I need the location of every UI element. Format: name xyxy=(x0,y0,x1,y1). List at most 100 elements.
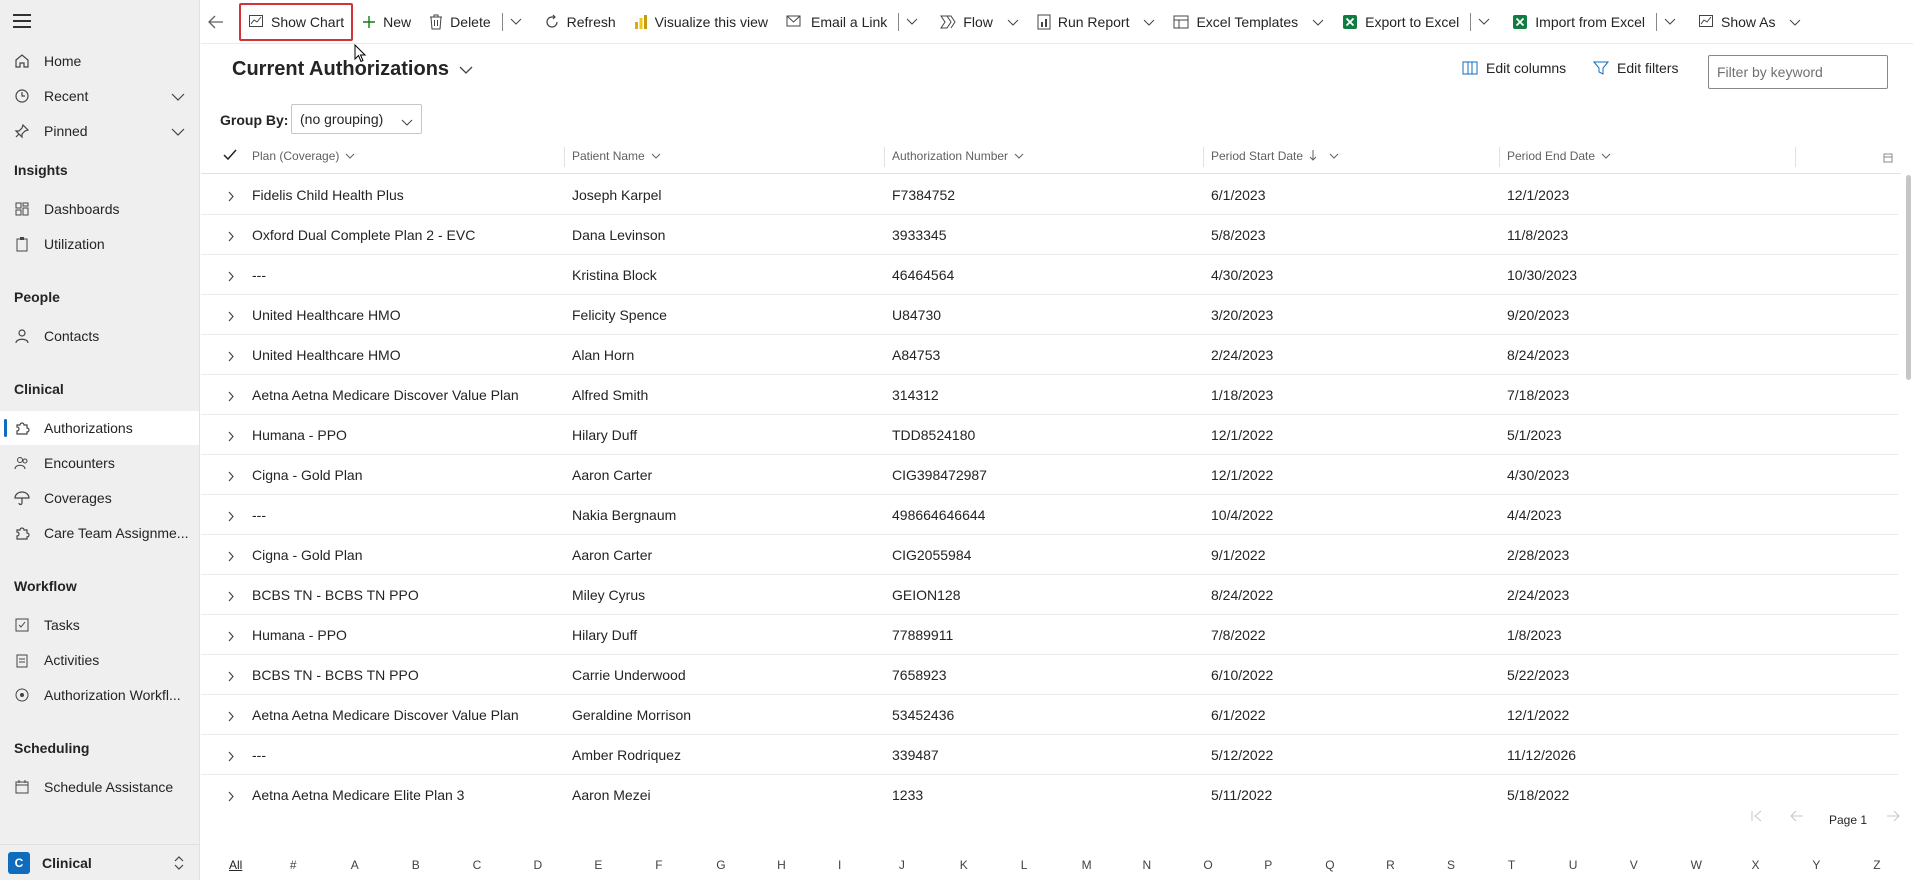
chevron-right-icon[interactable] xyxy=(227,189,235,205)
alpha-filter-i[interactable]: I xyxy=(838,858,841,872)
filter-keyword-input[interactable] xyxy=(1708,55,1888,89)
plan-cell[interactable]: Fidelis Child Health Plus xyxy=(252,187,404,203)
sidebar-item-pinned[interactable]: Pinned xyxy=(0,114,199,148)
chevron-right-icon[interactable] xyxy=(227,669,235,685)
column-header-authorization-number[interactable]: Authorization Number xyxy=(884,138,1194,174)
sidebar-item-utilization[interactable]: Utilization xyxy=(0,227,199,261)
table-row[interactable]: --- Kristina Block 46464564 4/30/2023 10/30/… xyxy=(201,255,1898,295)
import-excel-dropdown[interactable] xyxy=(1659,18,1681,26)
previous-page-icon[interactable] xyxy=(1790,810,1804,822)
area-switcher[interactable]: C Clinical xyxy=(0,844,199,880)
sidebar-item-dashboards[interactable]: Dashboards xyxy=(0,192,199,226)
column-header-period-start[interactable]: Period Start Date xyxy=(1203,138,1493,174)
excel-templates-button[interactable]: Excel Templates xyxy=(1164,6,1333,38)
import-excel-button[interactable]: Import from Excel xyxy=(1503,6,1654,38)
alpha-filter-k[interactable]: K xyxy=(960,858,968,872)
hamburger-menu-icon[interactable] xyxy=(13,14,31,28)
table-row[interactable]: United Healthcare HMO Alan Horn A84753 2/24… xyxy=(201,335,1898,375)
show-as-button[interactable]: Show As xyxy=(1689,6,1810,38)
alpha-filter-t[interactable]: T xyxy=(1508,858,1515,872)
back-arrow-icon[interactable] xyxy=(201,15,231,29)
alpha-filter-all[interactable]: All xyxy=(229,858,242,872)
sidebar-item-care-team[interactable]: Care Team Assignme... xyxy=(0,516,199,550)
flow-button[interactable]: Flow xyxy=(931,6,1028,38)
table-row[interactable]: Oxford Dual Complete Plan 2 - EVC Dana Le… xyxy=(201,215,1898,255)
table-row[interactable]: Fidelis Child Health Plus Joseph Karpel F7… xyxy=(201,175,1898,215)
email-link-dropdown[interactable] xyxy=(901,18,923,26)
table-row[interactable]: Aetna Aetna Medicare Elite Plan 3 Aaron M… xyxy=(201,775,1898,802)
column-options-icon[interactable] xyxy=(1883,150,1893,168)
alpha-filter-a[interactable]: A xyxy=(351,858,359,872)
table-row[interactable]: Aetna Aetna Medicare Discover Value Plan… xyxy=(201,695,1898,735)
alpha-filter-g[interactable]: G xyxy=(716,858,725,872)
alpha-filter-o[interactable]: O xyxy=(1203,858,1212,872)
chevron-down-icon[interactable] xyxy=(171,124,185,140)
table-row[interactable]: Humana - PPO Hilary Duff TDD8524180 12/1/20… xyxy=(201,415,1898,455)
column-divider[interactable] xyxy=(1795,147,1796,167)
plan-cell[interactable]: Cigna - Gold Plan xyxy=(252,467,363,483)
chevron-right-icon[interactable] xyxy=(227,349,235,365)
view-selector[interactable]: Current Authorizations xyxy=(232,58,473,81)
sidebar-item-authorizations[interactable]: Authorizations xyxy=(0,411,199,445)
group-by-select[interactable]: (no grouping) xyxy=(291,104,422,134)
alpha-filter-q[interactable]: Q xyxy=(1325,858,1334,872)
chevron-right-icon[interactable] xyxy=(227,229,235,245)
chevron-right-icon[interactable] xyxy=(227,469,235,485)
column-header-period-end[interactable]: Period End Date xyxy=(1499,138,1789,174)
run-report-button[interactable]: Run Report xyxy=(1028,6,1165,38)
alpha-filter-f[interactable]: F xyxy=(655,858,662,872)
first-page-icon[interactable] xyxy=(1751,810,1765,822)
column-header-plan[interactable]: Plan (Coverage) xyxy=(244,138,554,174)
alpha-filter-p[interactable]: P xyxy=(1264,858,1272,872)
table-row[interactable]: United Healthcare HMO Felicity Spence U847… xyxy=(201,295,1898,335)
delete-button[interactable]: Delete xyxy=(420,6,499,38)
sidebar-item-schedule-assistance[interactable]: Schedule Assistance xyxy=(0,770,199,804)
vertical-scrollbar[interactable] xyxy=(1906,175,1911,380)
visualize-button[interactable]: Visualize this view xyxy=(625,6,777,38)
chevron-right-icon[interactable] xyxy=(227,269,235,285)
table-row[interactable]: --- Nakia Bergnaum 498664646644 10/4/2022 4/… xyxy=(201,495,1898,535)
alpha-filter-b[interactable]: B xyxy=(412,858,420,872)
sidebar-item-tasks[interactable]: Tasks xyxy=(0,608,199,642)
plan-cell[interactable]: BCBS TN - BCBS TN PPO xyxy=(252,667,419,683)
new-button[interactable]: New xyxy=(353,6,420,38)
plan-cell[interactable]: BCBS TN - BCBS TN PPO xyxy=(252,587,419,603)
edit-columns-button[interactable]: Edit columns xyxy=(1462,60,1566,76)
alpha-filter-n[interactable]: N xyxy=(1143,858,1152,872)
next-page-icon[interactable] xyxy=(1886,810,1900,822)
table-row[interactable]: BCBS TN - BCBS TN PPO Carrie Underwood 765… xyxy=(201,655,1898,695)
alpha-filter-y[interactable]: Y xyxy=(1812,858,1820,872)
chevron-right-icon[interactable] xyxy=(227,709,235,725)
plan-cell[interactable]: Humana - PPO xyxy=(252,627,347,643)
plan-cell[interactable]: Aetna Aetna Medicare Discover Value Plan xyxy=(252,387,519,403)
plan-cell[interactable]: --- xyxy=(252,267,266,283)
plan-cell[interactable]: Aetna Aetna Medicare Elite Plan 3 xyxy=(252,787,464,802)
plan-cell[interactable]: United Healthcare HMO xyxy=(252,347,401,363)
plan-cell[interactable]: --- xyxy=(252,747,266,763)
export-excel-button[interactable]: Export to Excel xyxy=(1333,6,1468,38)
chevron-right-icon[interactable] xyxy=(227,549,235,565)
alpha-filter-e[interactable]: E xyxy=(594,858,602,872)
plan-cell[interactable]: Aetna Aetna Medicare Discover Value Plan xyxy=(252,707,519,723)
table-row[interactable]: BCBS TN - BCBS TN PPO Miley Cyrus GEION128… xyxy=(201,575,1898,615)
alpha-filter-j[interactable]: J xyxy=(899,858,905,872)
table-row[interactable]: Aetna Aetna Medicare Discover Value Plan… xyxy=(201,375,1898,415)
table-row[interactable]: --- Amber Rodriquez 339487 5/12/2022 11/12/2… xyxy=(201,735,1898,775)
sidebar-item-coverages[interactable]: Coverages xyxy=(0,481,199,515)
chevron-right-icon[interactable] xyxy=(227,429,235,445)
export-excel-dropdown[interactable] xyxy=(1473,18,1495,26)
edit-filters-button[interactable]: Edit filters xyxy=(1593,60,1678,76)
chevron-right-icon[interactable] xyxy=(227,749,235,765)
alpha-filter-m[interactable]: M xyxy=(1082,858,1092,872)
refresh-button[interactable]: Refresh xyxy=(535,6,625,38)
alpha-filter-r[interactable]: R xyxy=(1386,858,1395,872)
plan-cell[interactable]: --- xyxy=(252,507,266,523)
email-link-button[interactable]: Email a Link xyxy=(777,6,896,38)
alpha-filter-w[interactable]: W xyxy=(1691,858,1702,872)
alpha-filter-z[interactable]: Z xyxy=(1873,858,1880,872)
table-row[interactable]: Humana - PPO Hilary Duff 77889911 7/8/2022 1… xyxy=(201,615,1898,655)
sidebar-item-encounters[interactable]: Encounters xyxy=(0,446,199,480)
chevron-right-icon[interactable] xyxy=(227,509,235,525)
alpha-filter-x[interactable]: X xyxy=(1752,858,1760,872)
chevron-down-icon[interactable] xyxy=(171,89,185,105)
